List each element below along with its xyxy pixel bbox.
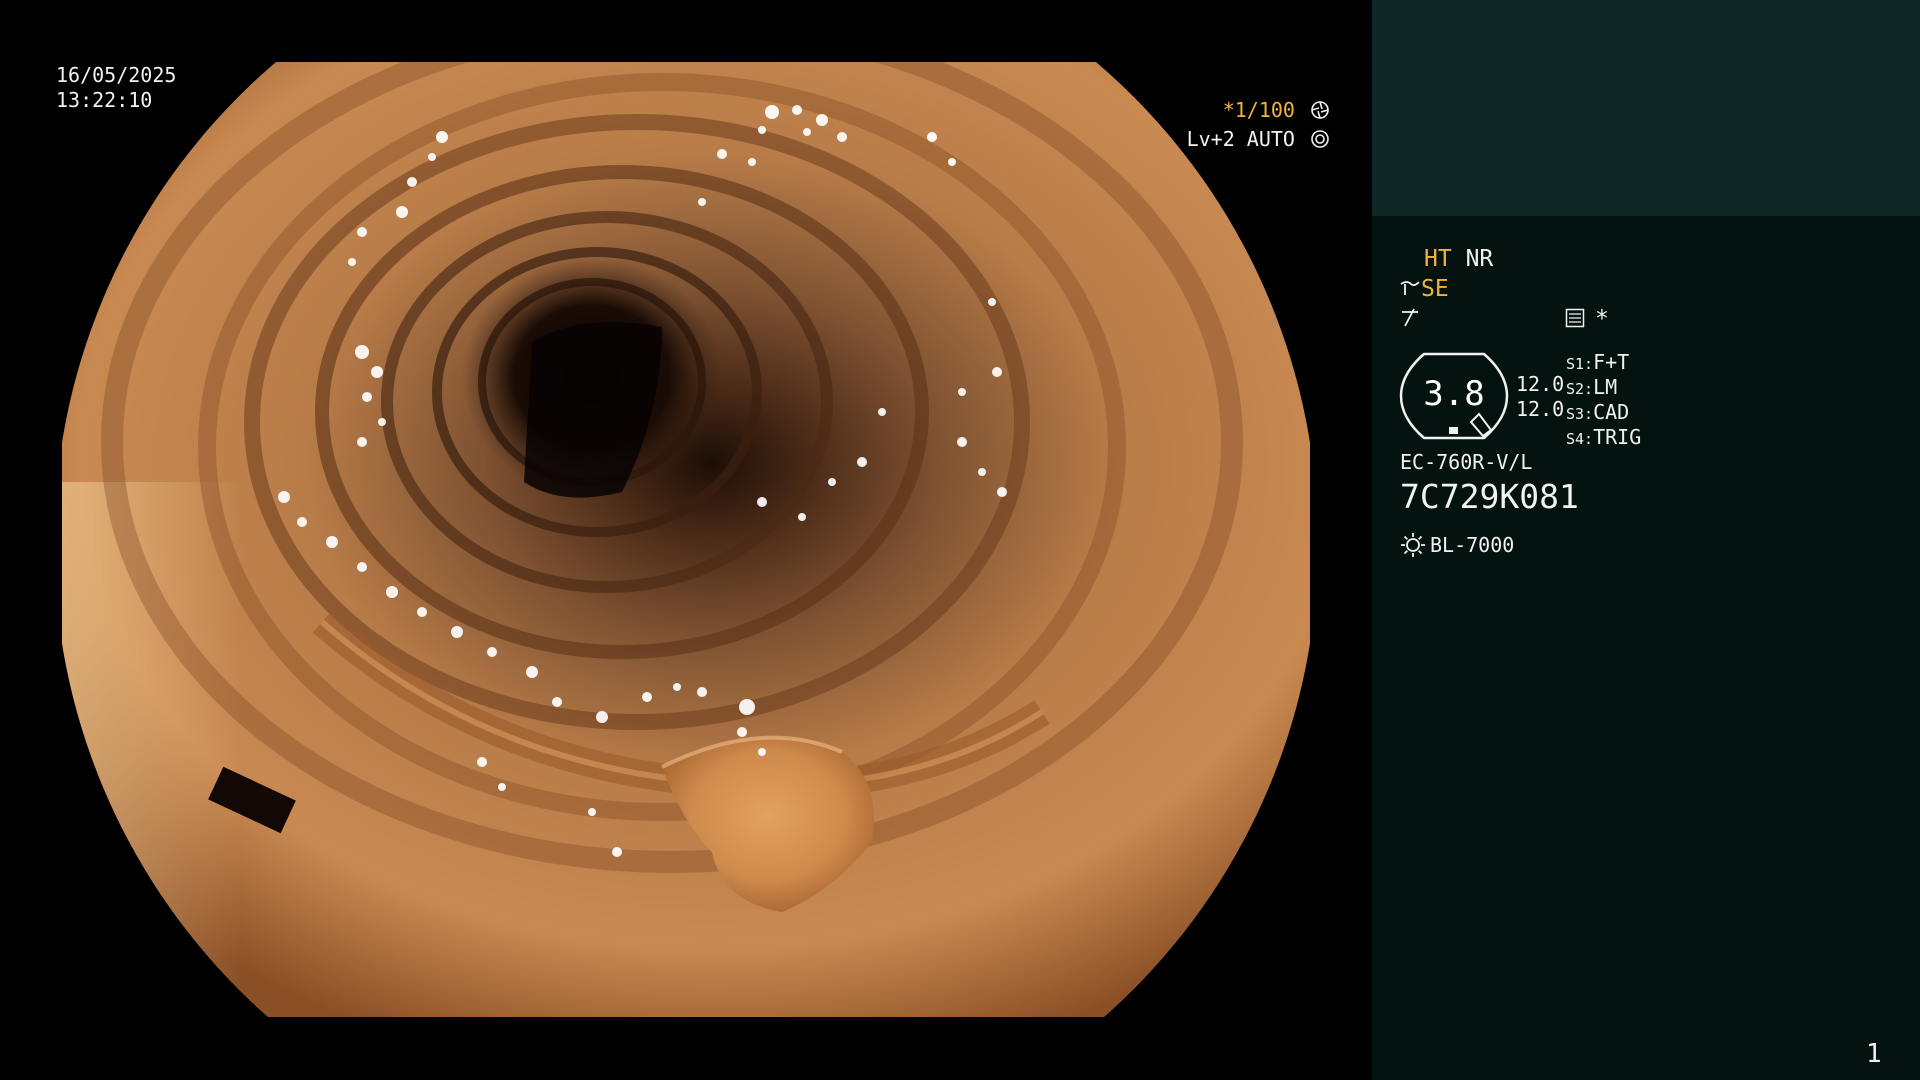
switch-value: F+T <box>1593 350 1630 374</box>
memo-status-row: * <box>1565 305 1609 333</box>
colon-lumen-graphic <box>62 62 1310 1017</box>
date-text: 16/05/2025 <box>56 63 177 87</box>
enhancement-value-2: 12.0 <box>1516 397 1565 421</box>
iris-value: 3.8 <box>1423 374 1485 414</box>
enhancement-value-1: 12.0 <box>1516 372 1565 396</box>
switch-value: TRIG <box>1593 425 1642 449</box>
image-mode-row: HT NR <box>1424 245 1493 273</box>
shutter-speed-readout: *1/100 <box>1223 98 1330 122</box>
time-text: 13:22:10 <box>56 88 153 112</box>
memo-icon <box>1565 308 1585 328</box>
switch-row-s2: S2:LM <box>1566 375 1641 400</box>
structure-enhancement-icon <box>1400 281 1420 295</box>
auto-iris-icon <box>1311 130 1329 148</box>
color-enhancement-icon <box>1402 308 1418 327</box>
iris-dial: 3.8 <box>1399 352 1509 440</box>
shutter-wheel-icon <box>1311 101 1329 119</box>
date-time-stamp: 16/05/2025 13:22:10 <box>56 63 176 113</box>
enhancement-values: 12.0 12.0 <box>1516 372 1564 422</box>
brightness-level-text: Lv+2 AUTO <box>1186 127 1295 151</box>
switch-key: S4: <box>1566 430 1594 448</box>
page-number: 1 <box>1866 1039 1882 1069</box>
switch-row-s3: S3:CAD <box>1566 400 1641 425</box>
processor-screen: 16/05/2025 13:22:10 *1/100 Lv+2 AUTO HT … <box>0 0 1920 1080</box>
nr-label: NR <box>1465 246 1494 272</box>
star-indicator: * <box>1595 306 1609 332</box>
switch-key: S1: <box>1566 355 1594 373</box>
switch-row-s4: S4:TRIG <box>1566 425 1641 450</box>
se-label: SE <box>1421 276 1449 302</box>
brightness-level-readout: Lv+2 AUTO <box>1187 127 1330 151</box>
scope-switch-list: S1:F+T S2:LM S3:CAD S4:TRIG <box>1566 350 1641 450</box>
switch-key: S2: <box>1566 380 1594 398</box>
structure-enhancement-row: SE <box>1399 275 1449 303</box>
scope-model: EC-760R-V/L <box>1400 450 1533 474</box>
switch-row-s1: S1:F+T <box>1566 350 1641 375</box>
light-source-model: BL-7000 <box>1430 533 1515 557</box>
patient-info-area <box>1372 0 1920 216</box>
scope-serial-number: 7C729K081 <box>1400 477 1579 516</box>
endoscope-video-area: 16/05/2025 13:22:10 *1/100 Lv+2 AUTO <box>0 0 1372 1080</box>
shutter-speed-text: *1/100 <box>1222 98 1295 122</box>
color-enhancement-row <box>1399 304 1421 332</box>
switch-value: LM <box>1593 375 1618 399</box>
switch-value: CAD <box>1593 400 1630 424</box>
ht-label: HT <box>1424 246 1452 272</box>
light-source-row: BL-7000 <box>1400 531 1514 559</box>
endoscopic-image <box>62 62 1310 1017</box>
processor-info-panel: HT NR SE * 3.8 12.0 12.0 S1:F+T S2:LM S3… <box>1372 0 1920 1080</box>
switch-key: S3: <box>1566 405 1594 423</box>
lamp-icon <box>1401 533 1425 557</box>
